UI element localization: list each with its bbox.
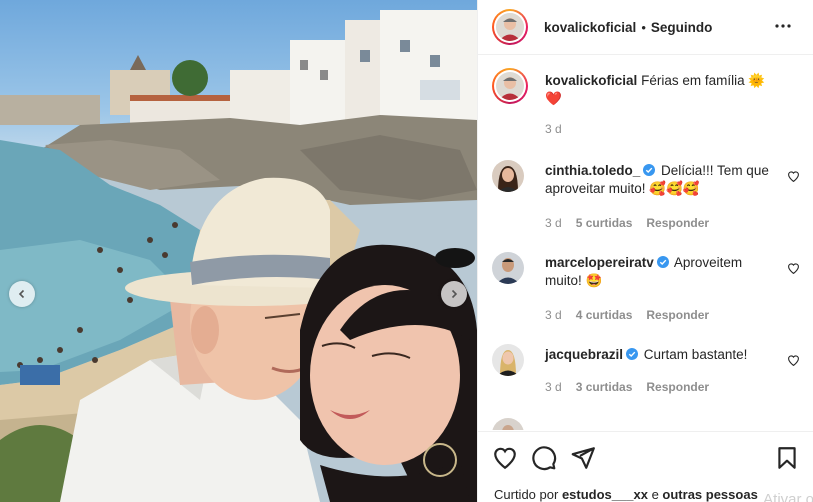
comment-time: 3 d xyxy=(545,308,562,322)
commenter-avatar[interactable] xyxy=(492,252,524,284)
sun-emoji-icon: 🌞 xyxy=(748,73,766,88)
heart-icon[interactable] xyxy=(787,262,800,275)
previous-photo-button[interactable] xyxy=(9,281,35,307)
separator-dot: • xyxy=(641,19,646,35)
following-button[interactable]: Seguindo xyxy=(651,20,713,35)
comment-likes[interactable]: 4 curtidas xyxy=(576,308,633,322)
comment-likes[interactable]: 5 curtidas xyxy=(576,216,633,230)
bookmark-icon[interactable] xyxy=(774,445,800,471)
comments-list[interactable]: kovalickoficial Férias em família 🌞 ❤️ 3… xyxy=(478,56,813,430)
activation-watermark: Ativar o xyxy=(763,491,813,502)
caption-username[interactable]: kovalickoficial xyxy=(545,73,637,88)
chevron-right-icon xyxy=(451,289,458,299)
liked-by-user[interactable]: estudos___xx xyxy=(562,487,648,502)
reply-button[interactable]: Responder xyxy=(646,308,709,322)
verified-badge-icon xyxy=(626,348,639,360)
liked-by-text: Curtido por estudos___xx e outras pessoa… xyxy=(494,487,758,502)
commenter-avatar[interactable] xyxy=(492,418,524,430)
heart-icon[interactable] xyxy=(787,170,800,183)
commenter-username[interactable]: jacquebrazil xyxy=(545,347,623,362)
commenter-username[interactable]: cinthia.toledo_ xyxy=(545,163,640,178)
photo-scene xyxy=(0,10,477,502)
post-header: kovalickoficial • Seguindo xyxy=(478,0,813,55)
commenter-avatar[interactable] xyxy=(492,160,524,192)
more-options-button[interactable] xyxy=(774,17,792,35)
post-side-panel: kovalickoficial • Seguindo kovalickofici… xyxy=(477,0,813,502)
caption-text: Férias em família xyxy=(641,73,745,88)
comment-icon[interactable] xyxy=(531,445,557,471)
comment-time: 3 d xyxy=(545,380,562,394)
comment-likes[interactable]: 3 curtidas xyxy=(576,380,633,394)
commenter-avatar[interactable] xyxy=(492,344,524,376)
caption-avatar[interactable] xyxy=(492,68,528,104)
heart-icon[interactable] xyxy=(492,445,518,471)
next-photo-button[interactable] xyxy=(441,281,467,307)
commenter-username[interactable]: marcelopereiratv xyxy=(545,255,654,270)
comment-text: Curtam bastante! xyxy=(643,347,748,362)
verified-badge-icon xyxy=(643,164,656,176)
liked-by-prefix: Curtido por xyxy=(494,487,559,502)
post-photo[interactable] xyxy=(0,0,477,502)
author-avatar[interactable] xyxy=(492,9,528,45)
author-username[interactable]: kovalickoficial xyxy=(544,20,636,35)
chevron-left-icon xyxy=(18,289,25,299)
liked-by-others[interactable]: outras pessoas xyxy=(662,487,757,502)
heart-icon[interactable] xyxy=(787,354,800,367)
send-icon[interactable] xyxy=(570,445,596,471)
caption-time: 3 d xyxy=(545,122,562,136)
reply-button[interactable]: Responder xyxy=(646,216,709,230)
liked-by-middle: e xyxy=(651,487,659,502)
red-heart-emoji-icon: ❤️ xyxy=(545,91,562,106)
comment-time: 3 d xyxy=(545,216,562,230)
more-icon xyxy=(775,24,791,28)
post-actions: Curtido por estudos___xx e outras pessoa… xyxy=(478,431,813,502)
instagram-post: kovalickoficial • Seguindo kovalickofici… xyxy=(0,0,813,502)
verified-badge-icon xyxy=(656,256,669,268)
reply-button[interactable]: Responder xyxy=(646,380,709,394)
